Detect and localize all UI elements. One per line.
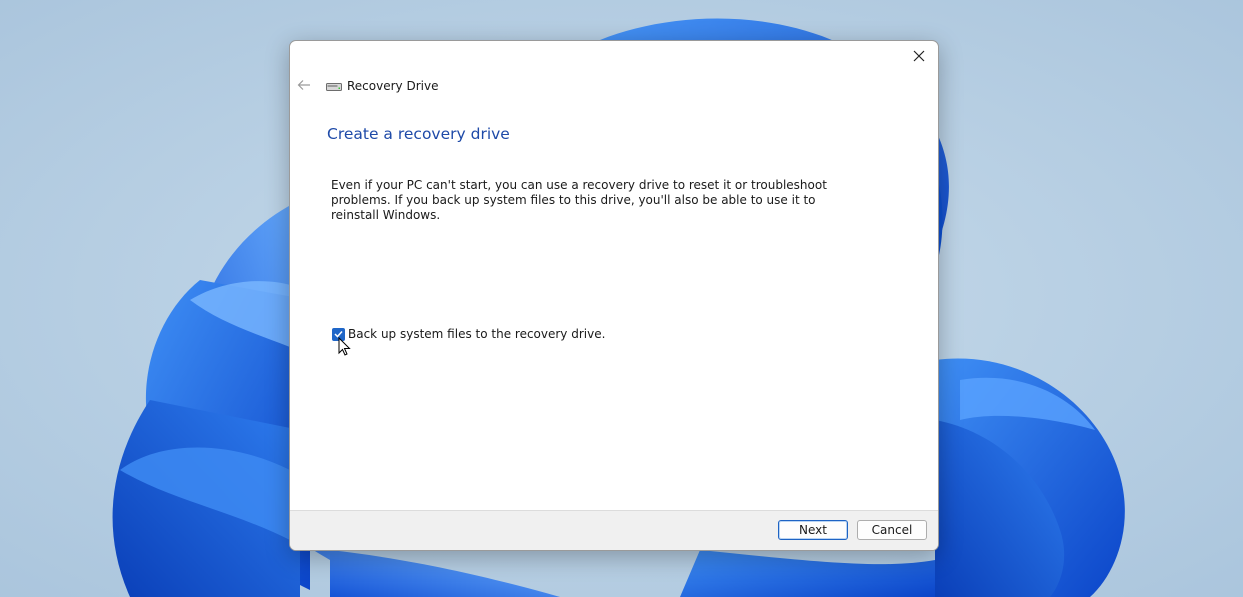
dialog-footer: Next Cancel bbox=[290, 510, 938, 550]
backup-system-files-option[interactable]: Back up system files to the recovery dri… bbox=[332, 327, 605, 341]
recovery-drive-dialog: Recovery Drive Create a recovery drive E… bbox=[289, 40, 939, 551]
back-arrow-icon bbox=[297, 80, 310, 90]
cancel-button[interactable]: Cancel bbox=[857, 520, 927, 540]
window-title: Recovery Drive bbox=[347, 79, 439, 93]
close-button[interactable] bbox=[904, 43, 934, 69]
back-button[interactable] bbox=[296, 77, 312, 93]
next-button[interactable]: Next bbox=[778, 520, 848, 540]
backup-checkbox-label[interactable]: Back up system files to the recovery dri… bbox=[348, 327, 605, 341]
desktop: Recovery Drive Create a recovery drive E… bbox=[0, 0, 1243, 597]
close-icon bbox=[913, 50, 925, 62]
window-title-bar: Recovery Drive bbox=[326, 78, 438, 94]
page-heading: Create a recovery drive bbox=[327, 125, 510, 143]
drive-icon bbox=[326, 83, 342, 91]
page-description: Even if your PC can't start, you can use… bbox=[331, 178, 827, 222]
mouse-cursor-icon bbox=[338, 337, 351, 356]
